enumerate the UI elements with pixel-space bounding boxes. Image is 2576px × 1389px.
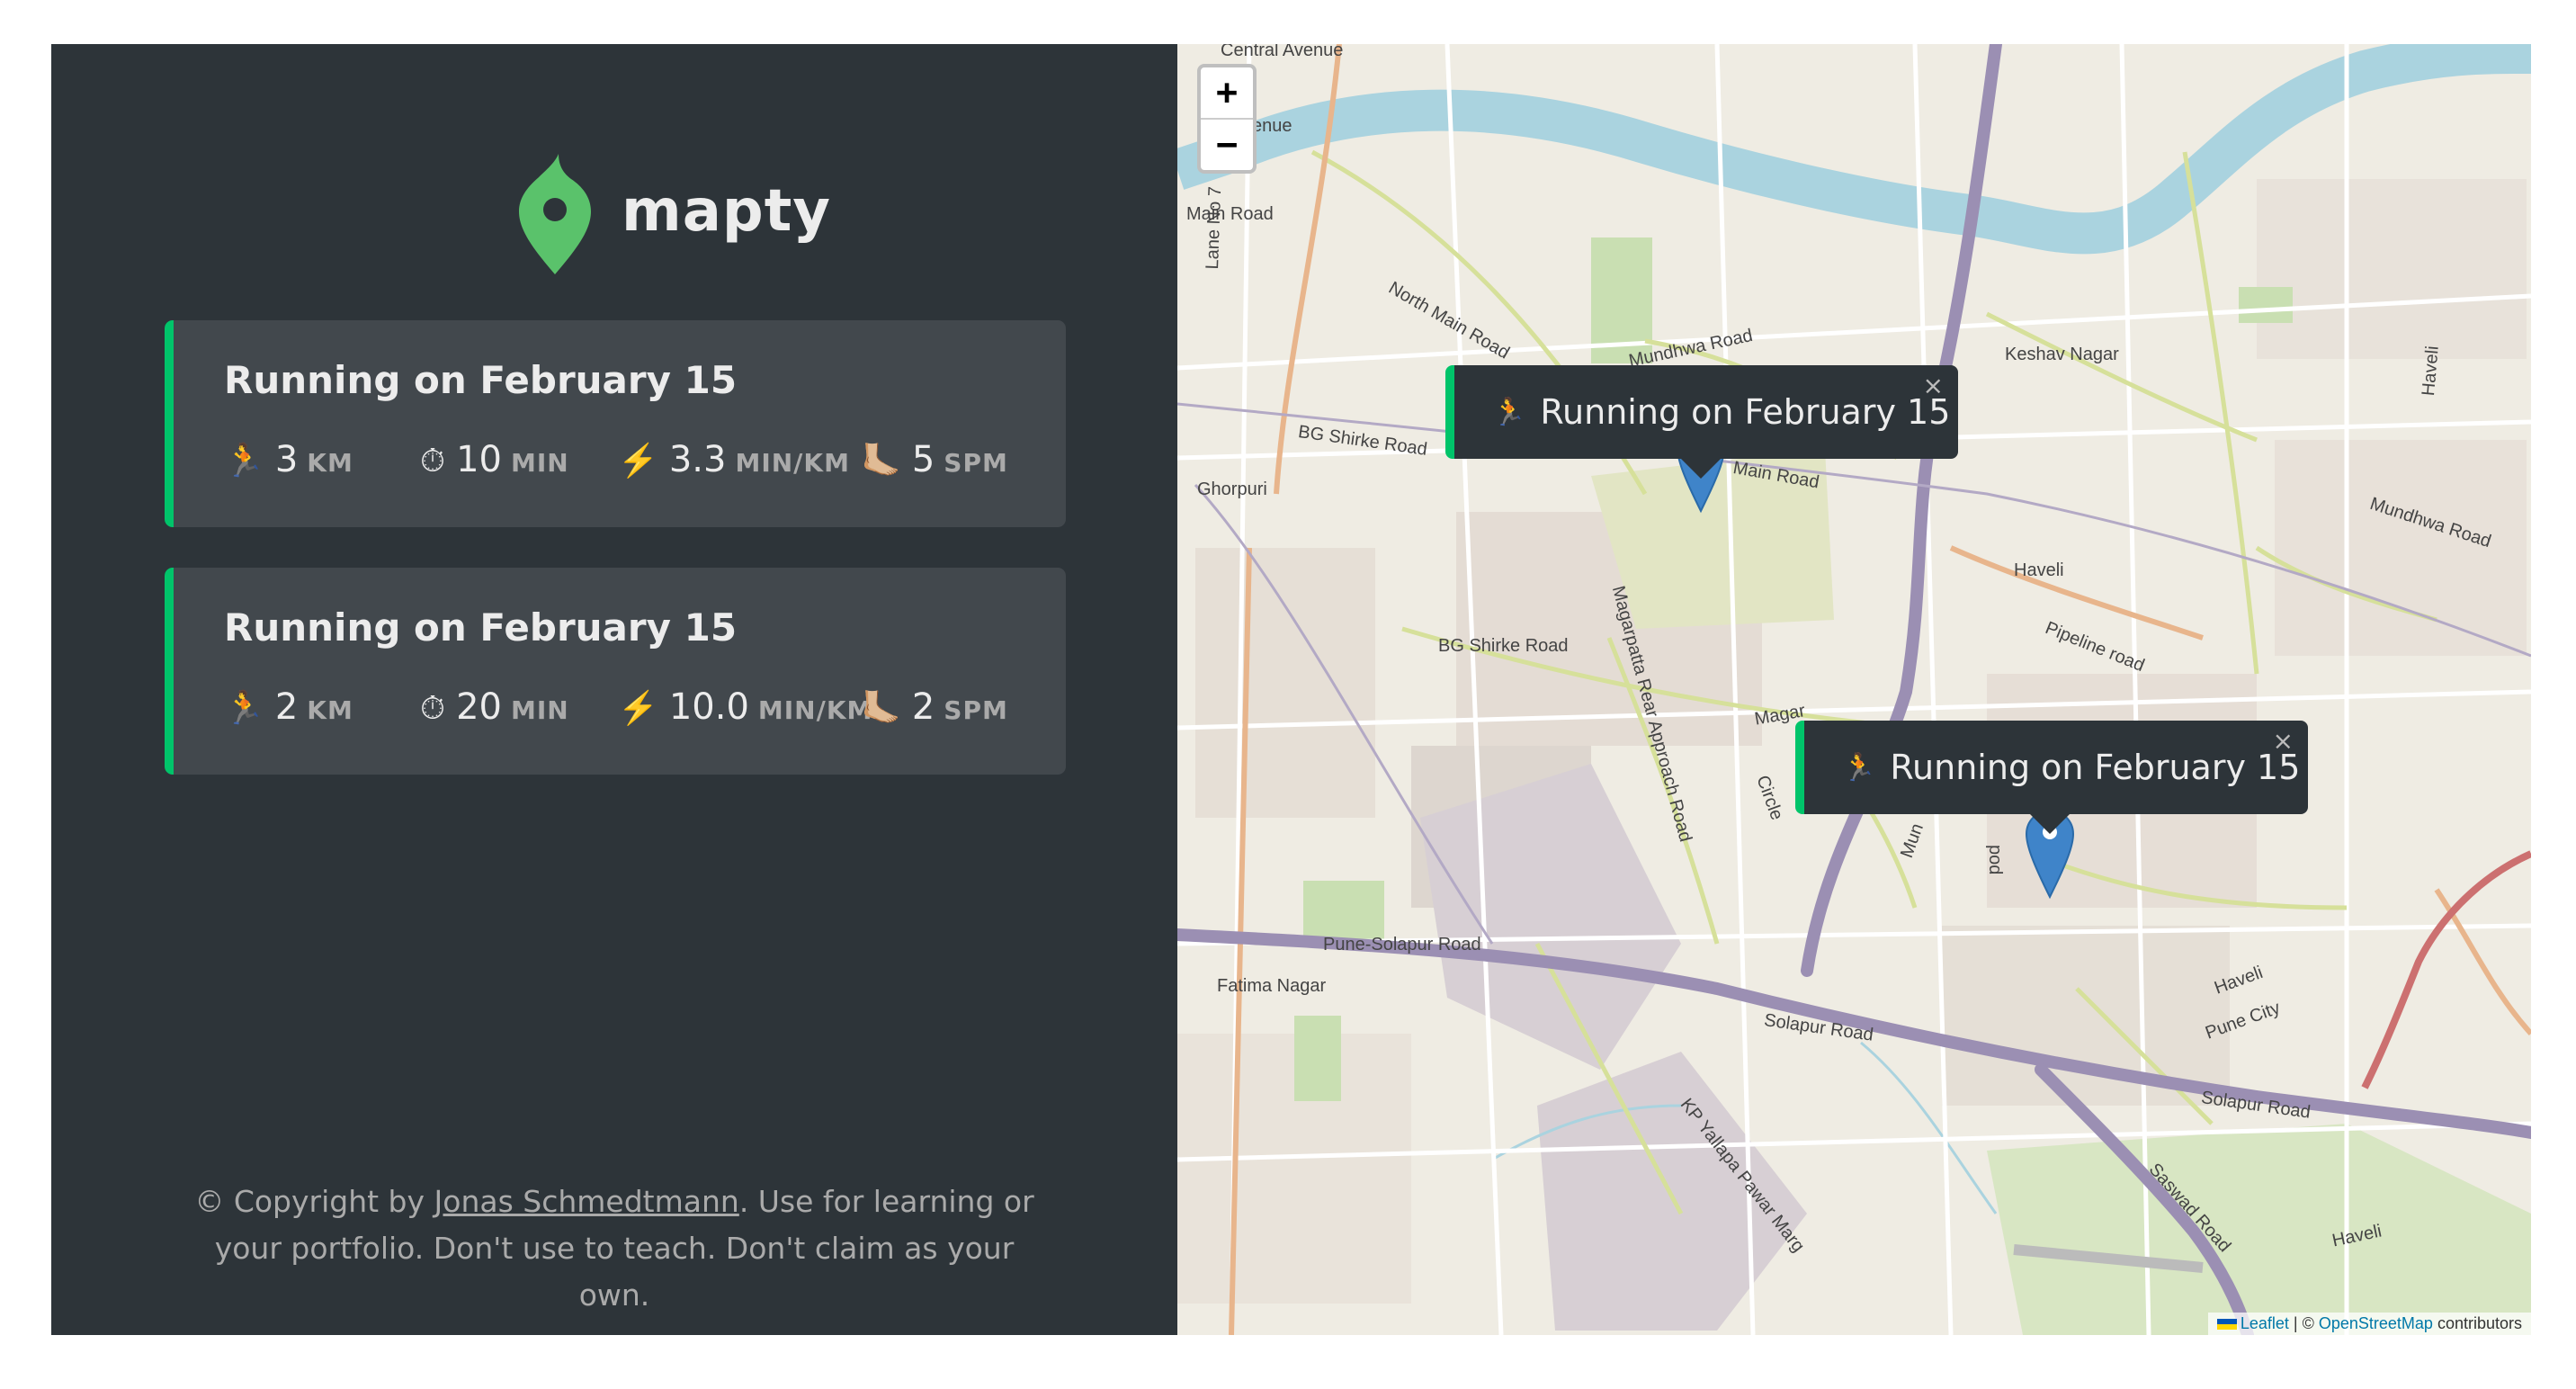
ukraine-flag-icon [2216,1319,2237,1331]
distance-unit: KM [307,695,353,725]
running-icon: 🏃 [1492,396,1526,428]
workouts-list: Running on February 15 🏃 3 KM ⏱ 10 MIN ⚡… [165,320,1066,815]
foot-icon: 🦶🏼 [861,443,901,479]
copyright-prefix: © Copyright by [194,1184,434,1219]
duration-unit: MIN [511,448,569,478]
map-label: Keshav Nagar [2005,345,2119,364]
distance-value: 2 [274,686,299,728]
workout-popup[interactable]: 🏃 Running on February 15 × [1795,721,2308,814]
logo: mapty [519,154,831,274]
stopwatch-icon: ⏱ [420,443,446,479]
duration-value: 10 [456,439,502,480]
distance-value: 3 [274,439,299,480]
workout-details: 🏃 3 KM ⏱ 10 MIN ⚡️ 3.3 MIN/KM 🦶🏼 5 SPM [224,439,1066,480]
pace-value: 10.0 [668,686,749,728]
map-label: Main Road [1186,204,1274,224]
stopwatch-icon: ⏱ [420,690,446,727]
attribution-separator: | © [2288,1314,2319,1332]
map-label: pod [1985,845,2005,875]
workout-details: 🏃 2 KM ⏱ 20 MIN ⚡️ 10.0 MIN/KM 🦶🏼 2 SPM [224,686,1066,728]
running-icon: 🏃 [224,690,264,727]
sidebar: mapty Running on February 15 🏃 3 KM ⏱ 10… [51,44,1177,1335]
workout-card[interactable]: Running on February 15 🏃 2 KM ⏱ 20 MIN ⚡… [165,568,1066,775]
map-label: Pune-Solapur Road [1323,935,1481,954]
zoom-in-button[interactable]: + [1201,67,1253,120]
running-icon: 🏃 [224,443,264,479]
popup-tip [1681,459,1721,479]
cadence-value: 2 [911,686,935,728]
map-label: Fatima Nagar [1217,976,1327,996]
pace-value: 3.3 [668,439,727,480]
workout-title: Running on February 15 [224,605,738,650]
zoom-out-button[interactable]: − [1201,120,1253,170]
copyright-footer: © Copyright by Jonas Schmedtmann. Use fo… [186,1178,1042,1319]
map-pin-icon [519,154,591,274]
workout-cadence: 🦶🏼 2 SPM [861,686,1008,728]
map-tiles[interactable] [1177,44,2531,1335]
foot-icon: 🦶🏼 [861,690,901,727]
author-link[interactable]: Jonas Schmedtmann [434,1184,739,1219]
workout-title: Running on February 15 [224,358,738,402]
map-label: Ghorpuri [1197,479,1267,499]
lightning-icon: ⚡️ [618,443,658,479]
pace-unit: MIN/KM [735,448,850,478]
popup-text: Running on February 15 [1890,748,2301,787]
map-attribution: Leaflet | © OpenStreetMap contributors [2207,1313,2531,1335]
close-icon[interactable]: × [1923,371,1944,400]
workout-popup[interactable]: 🏃 Running on February 15 × [1445,365,1958,459]
workout-duration: ⏱ 10 MIN [420,439,618,480]
leaflet-link[interactable]: Leaflet [2241,1314,2289,1332]
cadence-unit: SPM [944,448,1008,478]
map-label: Lane No 7 [1203,185,1226,270]
popup-tip [2030,814,2070,834]
workout-distance: 🏃 2 KM [224,686,420,728]
map-label: BG Shirke Road [1438,636,1569,656]
lightning-icon: ⚡️ [618,690,658,727]
osm-link[interactable]: OpenStreetMap [2319,1314,2433,1332]
close-icon[interactable]: × [2273,726,2294,756]
cadence-value: 5 [911,439,935,480]
cadence-unit: SPM [944,695,1008,725]
popup-text: Running on February 15 [1540,392,1951,432]
map-label: Haveli [2419,345,2443,397]
distance-unit: KM [307,448,353,478]
duration-unit: MIN [511,695,569,725]
zoom-control: + − [1197,64,1257,174]
map-label: Haveli [2014,560,2064,580]
duration-value: 20 [456,686,502,728]
attribution-tail: contributors [2432,1314,2522,1332]
workout-distance: 🏃 3 KM [224,439,420,480]
workout-pace: ⚡️ 3.3 MIN/KM [618,439,861,480]
app-container: mapty Running on February 15 🏃 3 KM ⏱ 10… [51,44,2531,1335]
logo-text: mapty [622,178,831,245]
map-label: Central Avenue [1221,44,1344,60]
map[interactable]: Central Avenue Avenue Main Road Lane No … [1177,44,2531,1335]
workout-duration: ⏱ 20 MIN [420,686,618,728]
pace-unit: MIN/KM [757,695,873,725]
workout-pace: ⚡️ 10.0 MIN/KM [618,686,872,728]
workout-card[interactable]: Running on February 15 🏃 3 KM ⏱ 10 MIN ⚡… [165,320,1066,527]
running-icon: 🏃 [1842,751,1876,784]
workout-cadence: 🦶🏼 5 SPM [861,439,1008,480]
